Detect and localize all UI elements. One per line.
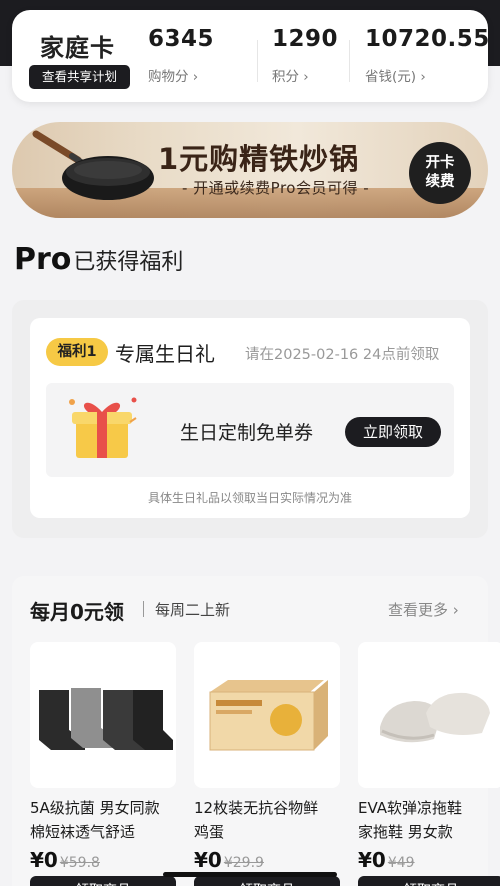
see-more-link[interactable]: 查看更多 ›	[388, 599, 459, 620]
original-price: ¥49	[387, 855, 415, 871]
chevron-right-icon: ›	[192, 69, 199, 85]
open-renew-label-2: 续费	[425, 174, 455, 190]
shopping-score-value[interactable]: 6345	[148, 26, 214, 52]
product-card[interactable]: 5A级抗菌 男女同款 棉短袜透气舒适 ¥0¥59.8 领取商品	[30, 642, 176, 886]
original-price: ¥29.9	[223, 855, 264, 871]
socks-icon	[39, 688, 173, 750]
chevron-right-icon: ›	[303, 69, 309, 85]
stats-card: 家庭卡 查看共享计划 6345 购物分 › 1290 积分 › 10720.55…	[12, 10, 490, 102]
claim-product-button[interactable]: 领取商品	[194, 876, 340, 886]
open-renew-button[interactable]: 开卡 续费	[409, 142, 471, 204]
current-price: ¥0	[358, 848, 386, 872]
current-price: ¥0	[30, 848, 58, 872]
product-card[interactable]: EVA软弹凉拖鞋 家拖鞋 男女款 ¥0¥49 领取商品	[358, 642, 500, 886]
banner-headline: 1元购精铁炒锅	[158, 142, 360, 176]
stat-divider	[257, 40, 258, 82]
benefit-name: 专属生日礼	[115, 342, 215, 366]
product-image-socks[interactable]	[30, 642, 176, 788]
chevron-right-icon: ›	[452, 601, 459, 619]
original-price: ¥59.8	[59, 855, 100, 871]
product-name: 5A级抗菌 男女同款 棉短袜透气舒适	[30, 799, 160, 841]
current-price: ¥0	[194, 848, 222, 872]
product-image-slippers[interactable]	[358, 642, 500, 788]
claim-now-button[interactable]: 立即领取	[345, 417, 441, 447]
home-indicator	[163, 872, 337, 877]
benefit-deadline: 请在2025-02-16 24点前领取	[245, 347, 440, 363]
shopping-score-label[interactable]: 购物分 ›	[148, 65, 198, 85]
pro-label: Pro	[14, 242, 72, 277]
benefit-tag: 福利1	[46, 338, 108, 366]
wok-icon	[32, 130, 154, 200]
section-title-text: 已获得福利	[73, 250, 184, 275]
stat-divider	[349, 40, 350, 82]
egg-box-icon	[209, 680, 328, 751]
banner-subline: - 开通或续费Pro会员可得 -	[182, 179, 370, 197]
family-card-title: 家庭卡	[40, 34, 115, 62]
points-value[interactable]: 1290	[272, 26, 338, 52]
promo-banner[interactable]: 1元购精铁炒锅 - 开通或续费Pro会员可得 - 开卡 续费	[12, 122, 488, 218]
price-row: ¥0 ¥49	[358, 848, 500, 872]
price-row: ¥0 ¥29.9	[194, 848, 340, 872]
gift-icon	[69, 397, 137, 458]
product-name: EVA软弹凉拖鞋 家拖鞋 男女款	[358, 799, 463, 841]
coupon-name: 生日定制免单券	[180, 422, 314, 444]
claim-product-button[interactable]: 领取商品	[358, 876, 500, 886]
savings-value[interactable]: 10720.55	[365, 26, 490, 52]
product-name: 12枚装无抗谷物鲜 鸡蛋	[194, 799, 319, 841]
open-renew-label-1: 开卡	[425, 155, 455, 171]
benefit-note: 具体生日礼品以领取当日实际情况为准	[147, 491, 352, 505]
slipper-icon	[380, 692, 490, 743]
savings-label[interactable]: 省钱(元) ›	[365, 65, 426, 85]
share-plan-button[interactable]: 查看共享计划	[29, 65, 130, 89]
monthly-subtitle: 每周二上新	[155, 601, 231, 619]
points-label[interactable]: 积分 ›	[272, 65, 309, 85]
section-title: Pro已获得福利	[14, 242, 183, 277]
chevron-right-icon: ›	[420, 69, 426, 85]
product-card[interactable]: 12枚装无抗谷物鲜 鸡蛋 ¥0¥29.9 领取商品	[194, 642, 340, 886]
monthly-title: 每月0元领	[30, 600, 124, 624]
title-divider	[143, 601, 144, 617]
product-image-eggs[interactable]	[194, 642, 340, 788]
price-row: ¥0 ¥59.8	[30, 848, 176, 872]
claim-product-button[interactable]: 领取商品	[30, 876, 176, 886]
